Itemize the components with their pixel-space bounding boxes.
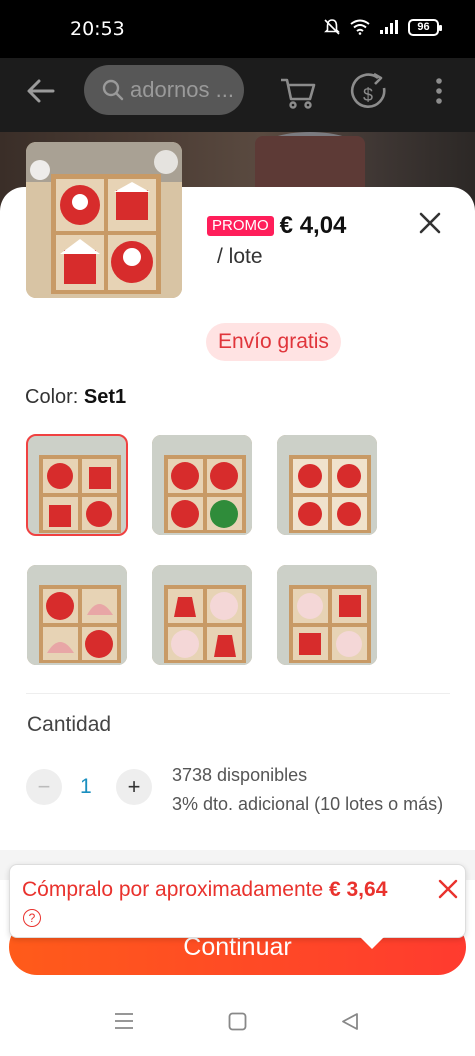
signal-icon <box>380 20 398 34</box>
status-icons: 96 <box>323 18 442 36</box>
variant-set6[interactable] <box>277 565 377 665</box>
battery-icon: 96 <box>408 18 442 36</box>
variant-set5[interactable] <box>152 565 252 665</box>
stock-available: 3738 disponibles <box>172 765 308 785</box>
app-header: adornos ... $ <box>0 58 475 132</box>
help-icon[interactable]: ? <box>23 909 41 927</box>
price-unit: / lote <box>217 245 263 268</box>
more-options-icon[interactable] <box>432 76 446 106</box>
selected-color: Set1 <box>83 386 127 408</box>
svg-text:$: $ <box>363 85 373 105</box>
quantity-value[interactable]: 1 <box>80 775 92 799</box>
mute-bell-icon <box>324 19 340 35</box>
tooltip-text: Cómpralo por aproximadamente <box>22 878 329 901</box>
color-label-text: Color: <box>25 386 79 408</box>
free-shipping-badge: Envío gratis <box>206 323 341 361</box>
cart-icon[interactable] <box>278 72 318 112</box>
approx-price-tooltip: Cómpralo por aproximadamente € 3,64? <box>9 864 466 949</box>
product-thumbnail[interactable] <box>26 142 182 298</box>
system-nav-bar <box>0 987 475 1056</box>
menu-nav-icon[interactable] <box>114 1012 134 1030</box>
wifi-icon <box>350 19 370 35</box>
ornament-box-image <box>26 142 182 298</box>
variant-set2[interactable] <box>152 435 252 535</box>
color-label: Color: Set1 <box>25 386 126 409</box>
price: € 4,04 <box>279 212 347 239</box>
bulk-discount-note: 3% dto. adicional (10 lotes o más) <box>172 794 444 814</box>
home-nav-icon[interactable] <box>228 1012 247 1031</box>
status-time: 20:53 <box>70 18 125 40</box>
search-query: adornos ... <box>130 77 234 102</box>
back-nav-icon[interactable] <box>341 1012 359 1031</box>
search-icon <box>102 79 124 101</box>
variant-set1[interactable] <box>26 434 128 536</box>
tooltip-arrow <box>360 937 384 949</box>
close-icon[interactable] <box>418 211 442 235</box>
back-arrow-icon[interactable] <box>26 76 56 106</box>
divider <box>26 693 450 694</box>
promo-badge: PROMO <box>207 215 274 237</box>
quantity-increase-button[interactable]: + <box>116 769 152 805</box>
variant-set4[interactable] <box>27 565 127 665</box>
tooltip-price: € 3,64 <box>328 878 388 901</box>
price-row: PROMO € 4,04 <box>207 212 346 240</box>
tooltip-message: Cómpralo por aproximadamente € 3,64? <box>22 876 402 932</box>
currency-share-icon[interactable]: $ <box>350 70 390 114</box>
status-bar: 20:53 96 <box>0 0 475 58</box>
battery-level: 96 <box>417 21 430 33</box>
quantity-label: Cantidad <box>27 713 112 736</box>
variant-set3[interactable] <box>277 435 377 535</box>
search-bar[interactable]: adornos ... <box>84 65 244 115</box>
quantity-decrease-button[interactable]: − <box>26 769 62 805</box>
tooltip-close-icon[interactable] <box>438 879 458 899</box>
